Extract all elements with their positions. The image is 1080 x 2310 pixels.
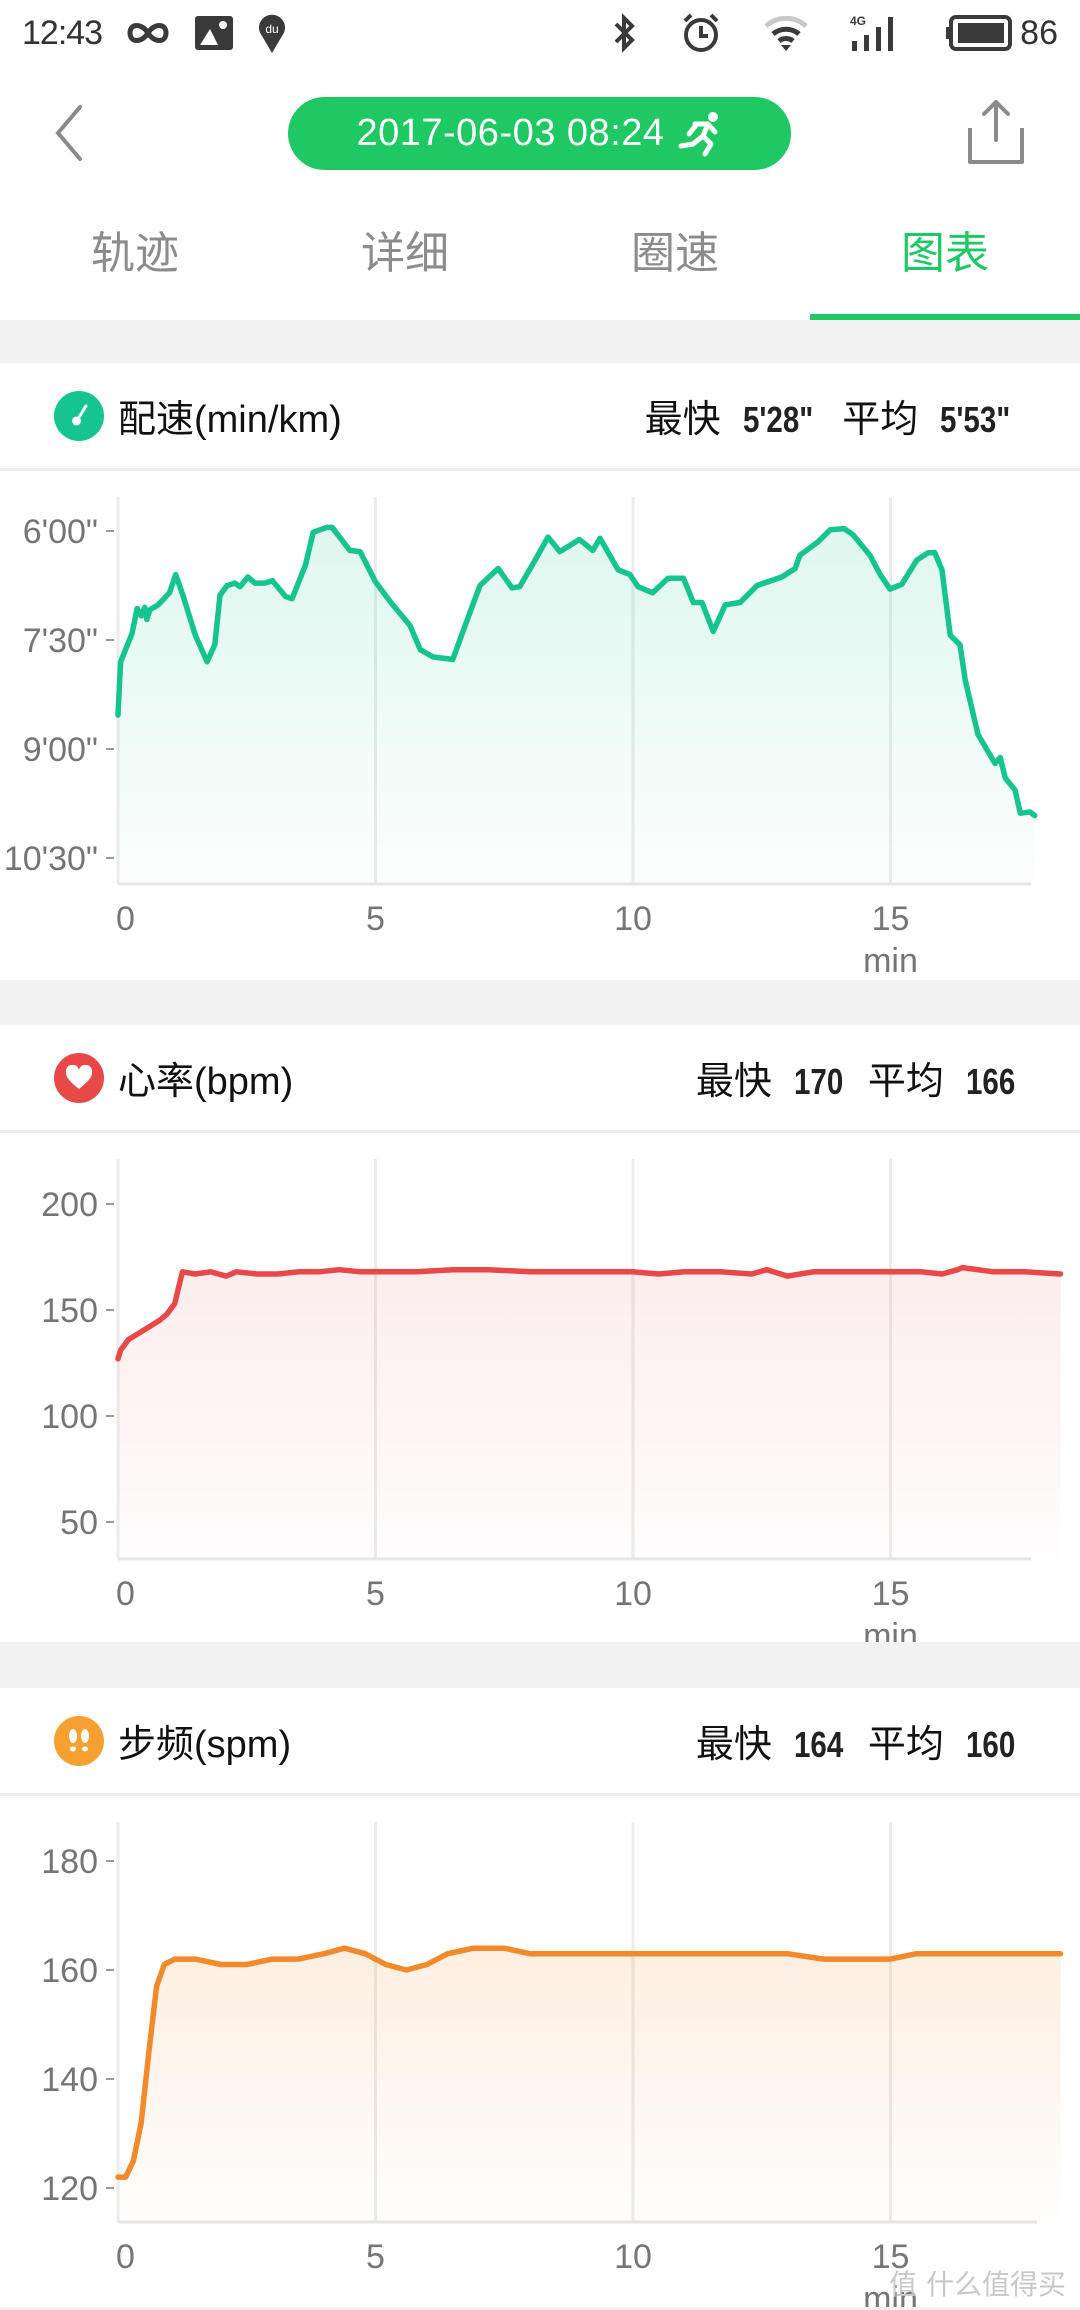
- heart-title: 心率(bpm): [118, 1061, 294, 1103]
- pace-average-label: 平均: [842, 397, 919, 441]
- infinity-icon: [124, 19, 172, 47]
- heart-fastest-label: 最快: [695, 1059, 772, 1103]
- cadence-card: 步频(spm) 最快 164 平均 160 120 140 160 180 0 5 10 15…: [0, 1688, 1080, 2307]
- pace-y-tick-label: 9'00": [23, 731, 98, 769]
- cadence-chart: 1201401601800 5 10 15min: [41, 1822, 1064, 2307]
- share-button[interactable]: [964, 96, 1028, 168]
- heart-rate-x-tick-label: 15: [872, 1575, 910, 1613]
- cadence-area: [118, 1948, 1061, 2222]
- cadence-y-tick-label: 160: [41, 1952, 98, 1990]
- tab-charts[interactable]: 图表: [810, 202, 1080, 320]
- footprints-icon: [54, 1715, 104, 1766]
- activity-datetime: 2017-06-03 08:24: [356, 112, 665, 154]
- pace-title: 配速(min/km): [118, 399, 342, 441]
- cadence-y-tick-label: 180: [41, 1843, 98, 1881]
- battery-level: 86: [1020, 13, 1058, 52]
- tab-laps[interactable]: 圈速: [540, 202, 810, 320]
- pace-x-tick-label: 5: [366, 900, 385, 938]
- cadence-average-value: 160: [965, 1724, 1016, 1765]
- cadence-y-tick-label: 140: [41, 2061, 98, 2099]
- activity-date-button[interactable]: 2017-06-03 08:24: [288, 97, 791, 170]
- tab-bar: 轨迹 详细 圈速 图表: [0, 202, 1080, 320]
- chevron-left-icon: [55, 105, 82, 161]
- pace-card-header: 配速(min/km) 最快 5'28" 平均 5'53": [0, 363, 1080, 471]
- pace-x-tick-label: 0: [116, 900, 135, 938]
- nav-bar: 2017-06-03 08:24: [0, 66, 1080, 202]
- cadence-x-tick-label: 5: [366, 2238, 385, 2276]
- cadence-fastest-label: 最快: [695, 1722, 772, 1766]
- pace-card: 配速(min/km) 最快 5'28" 平均 5'53" 6'00" 7'30" 9…: [0, 363, 1080, 980]
- pace-fastest-value: 5'28": [742, 399, 813, 440]
- pace-y-tick-label: 6'00": [23, 513, 98, 551]
- cadence-average-label: 平均: [867, 1722, 944, 1766]
- heart-rate-x-tick-label: 5: [366, 1575, 385, 1613]
- cadence-x-tick-label: 10: [614, 2238, 652, 2276]
- pace-chart: 6'00" 7'30" 9'00" 10'30" 0 5 10 15 min: [4, 497, 1038, 980]
- heart-rate-x-tick-label: 0: [116, 1575, 135, 1613]
- cadence-card-header: 步频(spm) 最快 164 平均 160: [0, 1688, 1080, 1796]
- speedometer-icon: [54, 390, 104, 441]
- svg-text:du: du: [265, 22, 278, 36]
- back-button[interactable]: [44, 100, 94, 166]
- bluetooth-icon: [612, 13, 638, 53]
- heart-rate-y-tick-label: 200: [41, 1186, 98, 1224]
- pace-x-tick-label: 15: [872, 900, 910, 938]
- heart-average-value: 166: [965, 1061, 1016, 1102]
- status-bar: 12:43 du 4G 86: [0, 0, 1080, 66]
- wifi-icon: [764, 14, 808, 52]
- pace-x-tick-label: 10: [614, 900, 652, 938]
- running-icon: [678, 111, 718, 156]
- du-map-pin-icon: du: [256, 12, 288, 54]
- watermark: 值 什么值得买: [889, 2268, 1066, 2301]
- heart-icon: [54, 1052, 104, 1103]
- cadence-x-tick-label: 0: [116, 2238, 135, 2276]
- battery-icon: [946, 15, 1013, 51]
- alarm-icon: [680, 12, 722, 54]
- cadence-y-tick-label: 120: [41, 2170, 98, 2208]
- cadence-fastest-value: 164: [793, 1724, 844, 1765]
- tab-track[interactable]: 轨迹: [0, 202, 270, 320]
- heart-average-label: 平均: [867, 1059, 944, 1103]
- heart-fastest-value: 170: [793, 1061, 844, 1102]
- heart-rate-area: [118, 1267, 1061, 1559]
- heart-rate-chart: 50 100 150 200 0 5 10 15 min: [41, 1159, 1064, 1642]
- heart-rate-x-axis-label: min: [863, 1617, 918, 1642]
- pace-y-tick-label: 7'30": [23, 622, 98, 660]
- share-icon: [968, 100, 1024, 164]
- gallery-icon: [194, 15, 234, 51]
- heart-rate-card: 心率(bpm) 最快 170 平均 166 50 100 150 200 0 5 10 15 m…: [0, 1025, 1080, 1642]
- heart-rate-y-tick-label: 100: [41, 1398, 98, 1436]
- heart-card-header: 心率(bpm) 最快 170 平均 166: [0, 1025, 1080, 1133]
- pace-y-tick-label: 10'30": [4, 840, 98, 878]
- pace-fastest-label: 最快: [644, 397, 721, 441]
- svg-text:4G: 4G: [850, 14, 866, 28]
- cadence-title: 步频(spm): [118, 1724, 292, 1766]
- pace-x-axis-label: min: [863, 942, 918, 980]
- pace-average-value: 5'53": [940, 399, 1011, 440]
- heart-rate-x-tick-label: 10: [614, 1575, 652, 1613]
- status-time: 12:43: [22, 13, 103, 52]
- signal-4g-icon: 4G: [850, 13, 904, 53]
- heart-rate-y-tick-label: 150: [41, 1292, 98, 1330]
- heart-rate-y-tick-label: 50: [60, 1504, 98, 1542]
- tab-details[interactable]: 详细: [270, 202, 540, 320]
